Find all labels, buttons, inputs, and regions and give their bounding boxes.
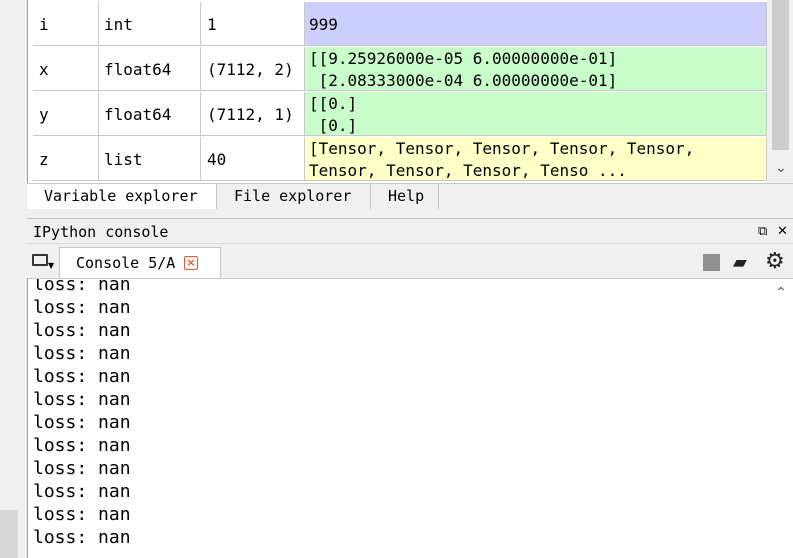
eraser-icon[interactable]: ▰ (733, 254, 753, 272)
var-type: float64 (99, 47, 201, 91)
scrollbar-thumb[interactable] (772, 0, 789, 150)
folder-icon[interactable]: ▼ (32, 254, 54, 270)
var-type: list (99, 137, 201, 181)
console-line: loss: nan (33, 481, 131, 502)
close-icon[interactable]: ✕ (777, 222, 788, 242)
explorer-tabbar: Variable explorer File explorer Help (27, 183, 793, 209)
console-line: loss: nan (33, 458, 131, 479)
var-value[interactable]: [[0.] [0.] (305, 92, 767, 136)
console-tabbar: ▼ Console 5/A × ▰ ⚙ (27, 244, 793, 278)
var-size: (7112, 1) (201, 92, 305, 136)
console-line: loss: nan (33, 389, 131, 410)
console-line: loss: nan (33, 412, 131, 433)
console-line: loss: nan (33, 527, 131, 548)
var-name: i (33, 2, 99, 46)
var-type: float64 (99, 92, 201, 136)
console-line: loss: nan (33, 278, 131, 295)
variable-table-scrollbar[interactable]: ⌄ (767, 0, 793, 183)
var-value[interactable]: [Tensor, Tensor, Tensor, Tensor, Tensor,… (305, 137, 767, 181)
tab-variable-explorer[interactable]: Variable explorer (27, 184, 217, 209)
console-line: loss: nan (33, 435, 131, 456)
undock-icon[interactable]: ⧉ (758, 222, 767, 242)
stop-icon[interactable] (703, 254, 720, 271)
var-type: int (99, 2, 201, 46)
var-name: y (33, 92, 99, 136)
console-tab-label: Console 5/A (76, 254, 176, 272)
var-size: 1 (201, 2, 305, 46)
console-line: loss: nan (33, 320, 131, 341)
table-row[interactable]: y float64 (7112, 1) [[0.] [0.] (33, 92, 767, 136)
table-row[interactable]: z list 40 [Tensor, Tensor, Tensor, Tenso… (33, 137, 767, 181)
tab-file-explorer[interactable]: File explorer (217, 184, 371, 209)
table-row[interactable]: x float64 (7112, 2) [[9.25926000e-05 6.0… (33, 47, 767, 91)
var-name: z (33, 137, 99, 181)
var-size: (7112, 2) (201, 47, 305, 91)
console-line: loss: nan (33, 366, 131, 387)
tab-help[interactable]: Help (371, 184, 439, 209)
tab-console[interactable]: Console 5/A × (59, 247, 221, 278)
pane-title: IPython console (33, 223, 169, 241)
gear-icon[interactable]: ⚙ (765, 250, 789, 274)
left-scroll-remnant (0, 510, 18, 558)
var-value[interactable]: [[9.25926000e-05 6.00000000e-01] [2.0833… (305, 47, 767, 91)
console-line: loss: nan (33, 297, 131, 318)
console-scrollbar[interactable]: ⌃ (769, 279, 793, 558)
variable-explorer-pane: i int 1 999 x float64 (7112, 2) [[9.2592… (27, 0, 793, 183)
console-output[interactable]: loss: nan loss: nan loss: nan loss: nan loss… (27, 278, 793, 558)
chevron-down-icon[interactable]: ⌄ (773, 160, 789, 176)
console-line: loss: nan (33, 504, 131, 525)
close-icon[interactable]: × (184, 256, 198, 270)
left-gutter (0, 0, 27, 558)
var-name: x (33, 47, 99, 91)
console-line: loss: nan (33, 343, 131, 364)
table-row[interactable]: i int 1 999 (33, 2, 767, 46)
chevron-up-icon[interactable]: ⌃ (773, 285, 789, 301)
var-size: 40 (201, 137, 305, 181)
console-pane-header: IPython console ⧉ ✕ (27, 218, 793, 244)
var-value[interactable]: 999 (305, 2, 767, 46)
console-lines: loss: nan loss: nan loss: nan loss: nan loss… (33, 278, 131, 549)
